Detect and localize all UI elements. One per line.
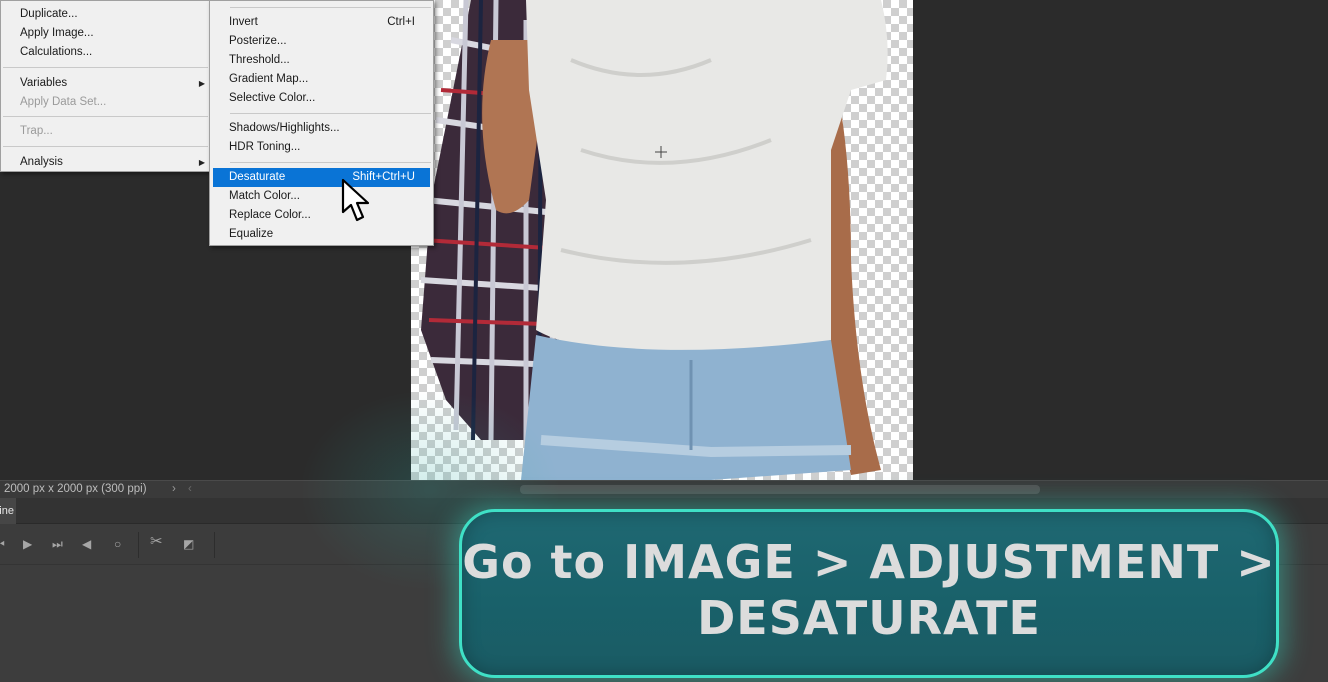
document-size: 2000 px x 2000 px (300 ppi) [4,483,147,495]
menu-item-label: Apply Image... [20,27,94,39]
menu-item-label: Calculations... [20,46,93,58]
menu-item-label: Replace Color... [229,209,311,221]
menu-item-label: Analysis [20,156,63,168]
mouse-pointer-icon [341,178,370,222]
menu-item-trap: Trap... [1,122,210,141]
menu-item-selective-color[interactable]: Selective Color... [210,89,433,108]
menu-item-label: Posterize... [229,35,287,47]
divider [138,532,139,558]
menu-item-invert[interactable]: Invert Ctrl+I [210,13,433,32]
menu-item-label: Duplicate... [20,8,78,20]
split-scissors-icon[interactable]: ✂ [150,534,163,550]
menu-item-desaturate[interactable]: Desaturate Shift+Ctrl+U [213,168,430,187]
scroll-left-icon[interactable]: ‹ [188,481,192,498]
menu-item-variables[interactable]: Variables ▶ [1,74,210,93]
menu-item-equalize[interactable]: Equalize [210,225,433,244]
menu-item-label: Threshold... [229,54,290,66]
menu-item-duplicate[interactable]: Duplicate... [1,5,210,24]
audio-icon[interactable]: ◀ [82,536,91,552]
menu-item-label: Match Color... [229,190,300,202]
transition-icon[interactable]: ◩ [183,536,194,552]
menu-item-label: Trap... [20,125,53,137]
menu-item-hdr-toning[interactable]: HDR Toning... [210,138,433,157]
menu-item-gradient-map[interactable]: Gradient Map... [210,70,433,89]
menu-item-label: Selective Color... [229,92,316,104]
menu-separator [230,113,431,114]
menu-item-match-color[interactable]: Match Color... [210,187,433,206]
image-menu: Duplicate... Apply Image... Calculations… [0,0,211,172]
menu-item-shadows-highlights[interactable]: Shadows/Highlights... [210,119,433,138]
menu-separator [230,162,431,163]
caption-text: Go to IMAGE > ADJUSTMENT > DESATURATE [462,535,1276,645]
menu-separator [3,116,208,117]
menu-item-apply-data-set: Apply Data Set... [1,93,210,112]
submenu-arrow-icon: ▶ [198,158,205,167]
tab-timeline[interactable]: Timeline [0,498,16,524]
tab-label: Timeline [0,505,14,517]
menu-item-shortcut: Ctrl+I [387,16,415,28]
menu-item-label: Equalize [229,228,274,240]
timeline-controls: ⏮ ▶ ⏭ ◀ ○ ✂ ◩ [0,528,220,562]
tutorial-caption-banner: Go to IMAGE > ADJUSTMENT > DESATURATE [459,509,1279,678]
menu-separator [3,67,208,68]
menu-item-apply-image[interactable]: Apply Image... [1,24,210,43]
adjustments-submenu: Invert Ctrl+I Posterize... Threshold... G… [209,0,434,246]
menu-item-calculations[interactable]: Calculations... [1,43,210,62]
menu-item-label: Apply Data Set... [20,96,107,108]
status-menu-arrow-icon[interactable]: › [172,481,176,498]
status-bar: 2000 px x 2000 px (300 ppi) › ‹ [0,480,1328,498]
menu-separator [3,146,208,147]
horizontal-scrollbar[interactable] [520,485,1040,494]
menu-item-threshold[interactable]: Threshold... [210,51,433,70]
menu-item-replace-color[interactable]: Replace Color... [210,206,433,225]
menu-item-label: Gradient Map... [229,73,309,85]
next-frame-icon[interactable]: ⏭ [52,536,63,552]
submenu-arrow-icon: ▶ [198,79,205,88]
go-to-first-frame-icon[interactable]: ⏮ [0,536,5,552]
menu-item-posterize[interactable]: Posterize... [210,32,433,51]
menu-separator [230,7,431,8]
play-icon[interactable]: ▶ [23,536,32,552]
menu-item-label: Variables [20,77,68,89]
menu-item-label: Desaturate [229,171,286,183]
menu-item-analysis[interactable]: Analysis ▶ [1,153,210,172]
menu-item-label: Shadows/Highlights... [229,122,340,134]
menu-item-label: HDR Toning... [229,141,301,153]
settings-gear-icon[interactable]: ○ [114,536,121,552]
divider [214,532,215,558]
menu-item-label: Invert [229,16,258,28]
